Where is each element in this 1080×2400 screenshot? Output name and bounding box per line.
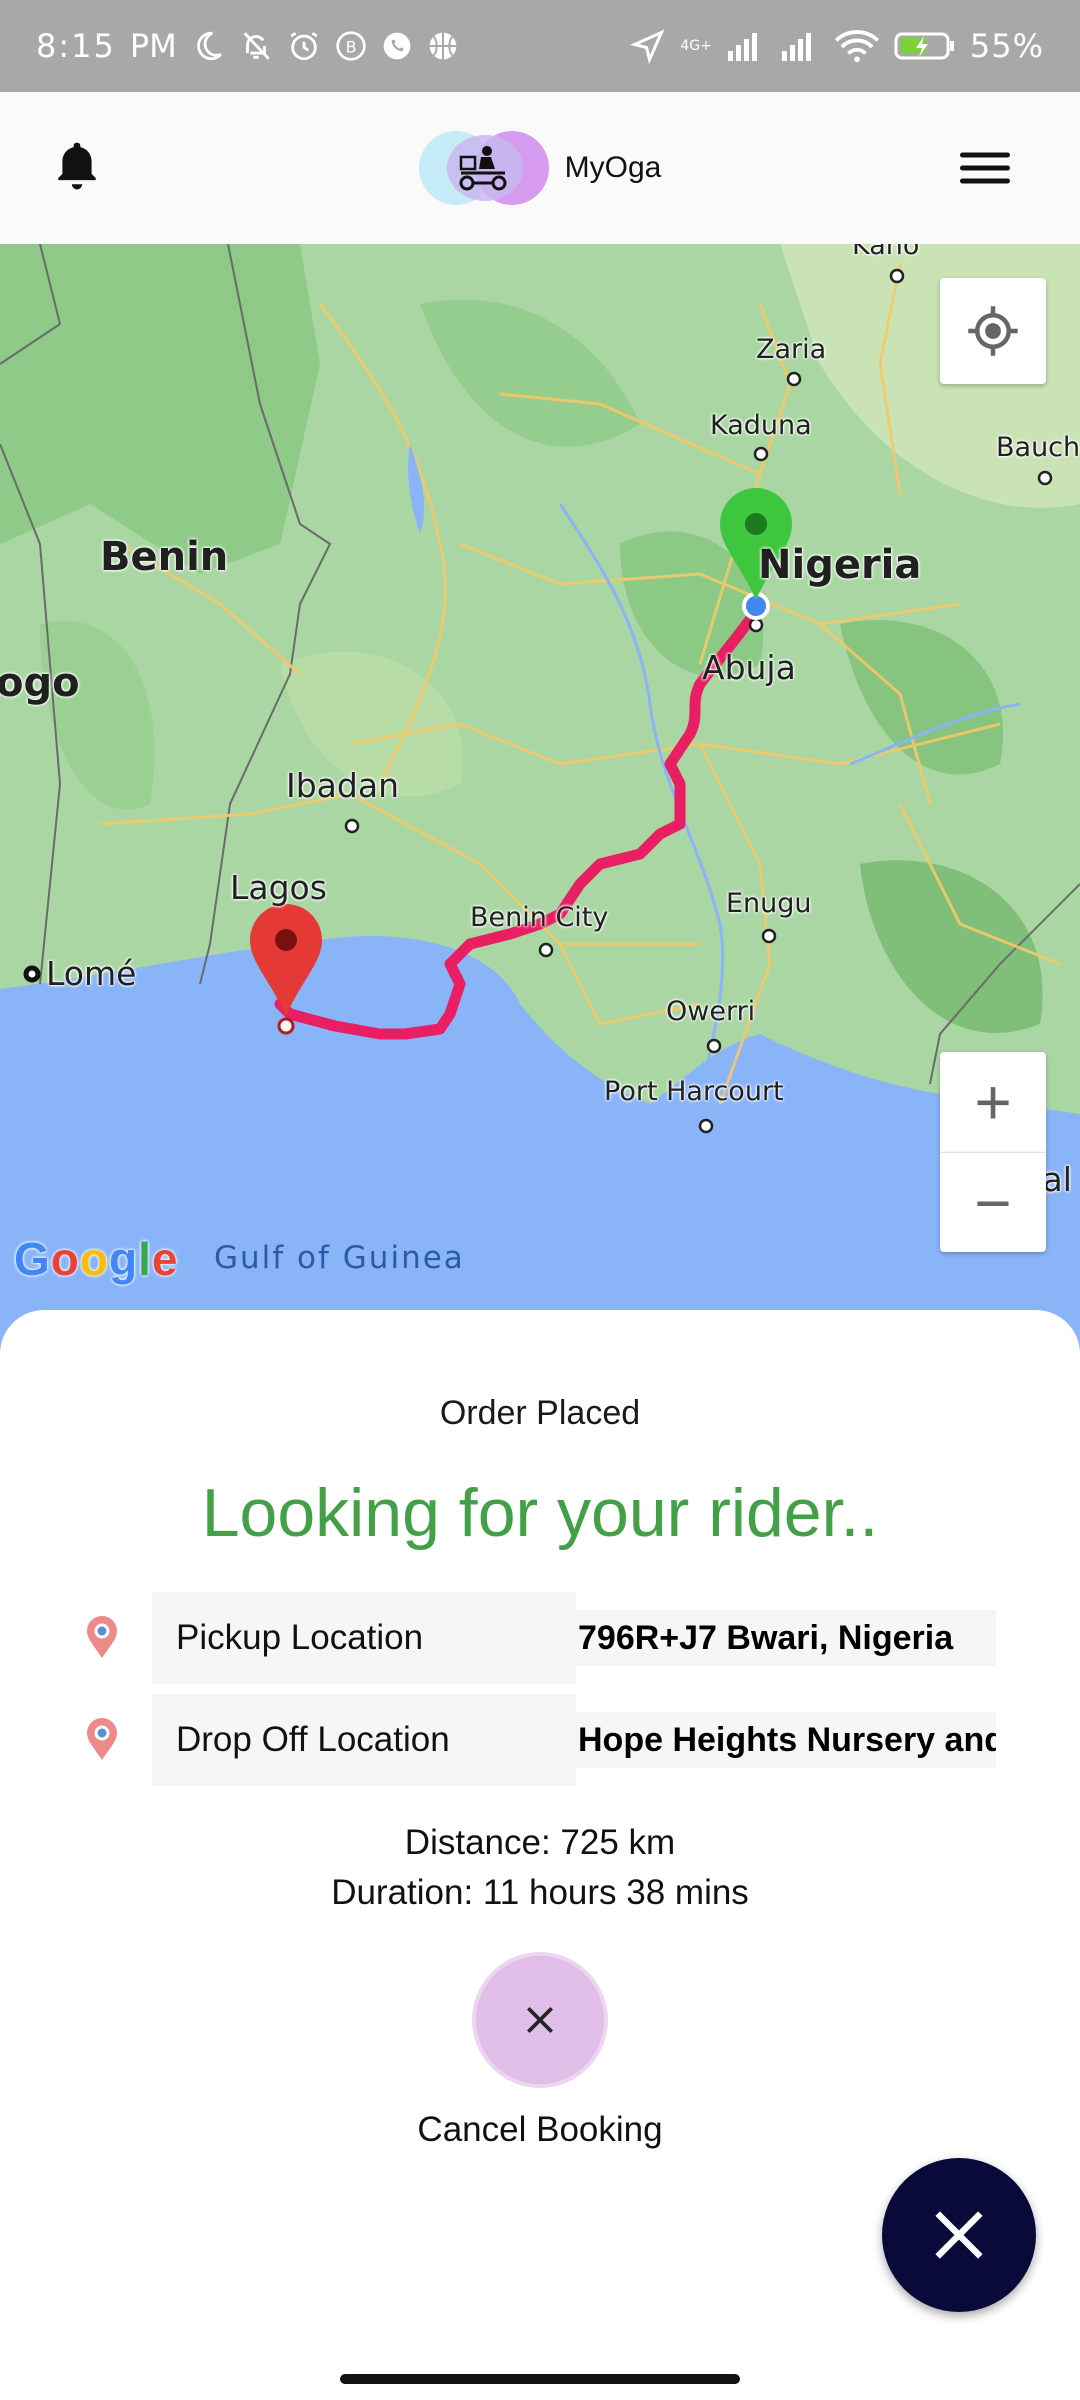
status-bar: 8:15 PM B 4G+ 55% <box>0 0 1080 92</box>
basketball-icon <box>427 30 459 62</box>
map-label-owerri: Owerri <box>666 996 756 1027</box>
duration-text: Duration: 11 hours 38 mins <box>331 1873 749 1912</box>
searching-headline: Looking for your rider.. <box>201 1475 879 1551</box>
zoom-out-button[interactable]: − <box>940 1152 1046 1252</box>
distance-text: Distance: 725 km <box>404 1823 676 1862</box>
dropoff-row: Drop Off Location Hope Heights Nursery a… <box>0 1694 1080 1786</box>
battery-charging-icon <box>894 30 956 62</box>
map-label-lagos: Lagos <box>230 868 327 907</box>
dropoff-value: Hope Heights Nursery and Primary School <box>576 1712 996 1768</box>
alarm-icon <box>287 29 321 63</box>
map-label-bauchi: Bauch <box>996 432 1080 463</box>
map-view[interactable]: Kano Benin Nigeria ogo Zaria Kaduna Bauc… <box>0 244 1080 1354</box>
map-label-benin-city: Benin City <box>470 902 609 933</box>
map-label-abuja: Abuja <box>702 648 796 687</box>
map-label-enugu: Enugu <box>726 888 812 919</box>
delivery-rider-logo <box>418 131 549 205</box>
trip-info: Distance: 725 km Duration: 11 hours 38 m… <box>0 1818 1080 1918</box>
status-time: 8:15 <box>36 27 116 65</box>
svg-text:B: B <box>345 38 356 57</box>
map-label-zaria: Zaria <box>756 334 827 365</box>
map-label-ibadan: Ibadan <box>286 766 399 805</box>
order-status-label: Order Placed <box>439 1394 641 1432</box>
map-label-togo: ogo <box>0 660 80 706</box>
brand: MyOga <box>418 131 662 205</box>
close-fab-button[interactable] <box>882 2158 1036 2312</box>
moon-icon <box>191 29 225 63</box>
signal-icon-2 <box>780 31 820 61</box>
map-label-lome: Lomé <box>46 954 137 993</box>
status-ampm: PM <box>129 27 177 65</box>
app-header: MyOga <box>0 92 1080 244</box>
crosshair-icon <box>968 306 1018 356</box>
hamburger-menu-icon[interactable] <box>960 145 1010 192</box>
map-label-port-harcourt: Port Harcourt <box>604 1076 784 1107</box>
zoom-in-button[interactable]: + <box>940 1052 1046 1152</box>
google-logo: Google <box>14 1233 179 1285</box>
cancel-booking-button[interactable] <box>472 1952 608 2088</box>
business-chat-icon: B <box>335 30 367 62</box>
signal-icon <box>726 31 766 61</box>
home-indicator[interactable] <box>340 2374 740 2384</box>
map-label-nigeria: Nigeria <box>758 542 922 588</box>
notification-bell-icon[interactable] <box>52 138 102 199</box>
pickup-value: 796R+J7 Bwari, Nigeria <box>576 1610 996 1666</box>
map-label-gulf-of-guinea: Gulf of Guinea <box>214 1240 465 1276</box>
app-name: MyOga <box>564 151 662 184</box>
cancel-booking-label[interactable]: Cancel Booking <box>0 2110 1080 2150</box>
map-canvas <box>0 244 1080 1354</box>
location-arrow-icon <box>630 28 666 64</box>
dropoff-label: Drop Off Location <box>152 1694 576 1786</box>
pickup-location-pin-icon <box>84 1614 120 1665</box>
my-location-button[interactable] <box>940 278 1046 384</box>
whatsapp-icon <box>381 30 413 62</box>
dropoff-location-pin-icon <box>84 1716 120 1767</box>
network-type: 4G+ <box>680 38 712 54</box>
close-icon <box>527 2007 553 2033</box>
pickup-label: Pickup Location <box>152 1592 576 1684</box>
wifi-icon <box>834 29 880 63</box>
map-label-kaduna: Kaduna <box>710 410 812 441</box>
battery-percent: 55% <box>969 27 1044 65</box>
pickup-row: Pickup Location 796R+J7 Bwari, Nigeria <box>0 1592 1080 1684</box>
close-icon <box>935 2211 983 2259</box>
map-label-benin: Benin <box>100 534 229 580</box>
map-label-kano: Kano <box>852 244 920 261</box>
bell-off-icon <box>239 29 273 63</box>
